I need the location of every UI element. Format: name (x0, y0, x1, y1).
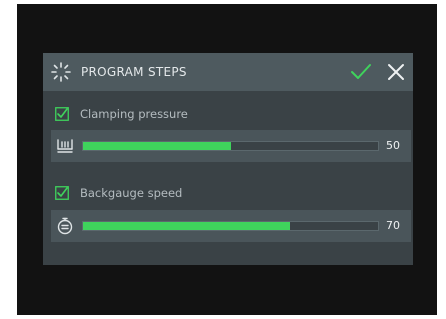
backgauge-speed-row: 70 (51, 210, 411, 242)
checkmark-icon[interactable] (350, 63, 372, 81)
clamp-pressure-icon (57, 139, 73, 153)
checkbox-backgauge-speed[interactable] (55, 186, 69, 200)
checkbox-clamping-pressure[interactable] (55, 107, 69, 121)
step-backgauge-speed: Backgauge speed (43, 181, 413, 205)
step-label: Clamping pressure (80, 107, 188, 121)
close-icon[interactable] (387, 63, 405, 81)
clamping-pressure-row: 50 (51, 130, 411, 162)
step-label: Backgauge speed (80, 186, 183, 200)
clamping-pressure-fill (83, 142, 231, 150)
speed-gauge-icon (57, 217, 73, 235)
program-steps-icon (51, 62, 71, 82)
clamping-pressure-value: 50 (386, 139, 400, 152)
panel-title: PROGRAM STEPS (81, 65, 187, 79)
program-steps-panel: PROGRAM STEPS Clamping pressure 50 Backg… (43, 53, 413, 265)
backgauge-speed-value: 70 (386, 219, 400, 232)
clamping-pressure-slider[interactable] (82, 141, 379, 151)
panel-header: PROGRAM STEPS (43, 53, 413, 91)
backgauge-speed-fill (83, 222, 290, 230)
step-clamping-pressure: Clamping pressure (43, 102, 413, 126)
backgauge-speed-slider[interactable] (82, 221, 379, 231)
